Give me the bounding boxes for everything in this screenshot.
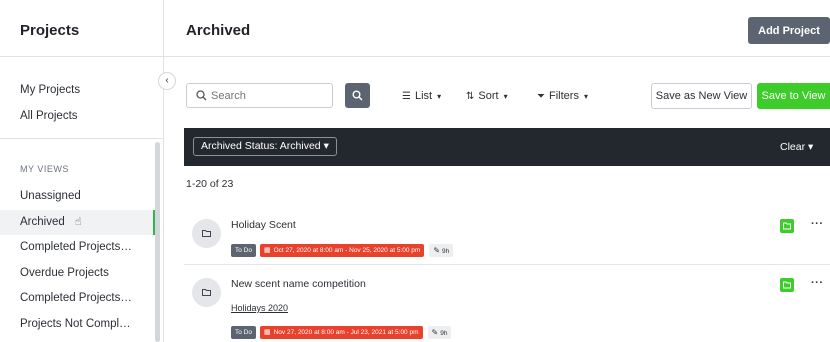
hand-cursor-icon: ☝ bbox=[74, 215, 82, 228]
clear-label: Clear bbox=[780, 141, 806, 153]
filters-label: Filters bbox=[549, 90, 579, 102]
magnifier-icon bbox=[352, 90, 363, 101]
sort-dropdown[interactable]: ⇅ Sort ▾ bbox=[466, 90, 508, 102]
project-row[interactable]: Holiday Scent To Do ▦ Oct 27, 2020 at 8:00… bbox=[184, 205, 830, 265]
project-row[interactable]: New scent name competition Holidays 2020… bbox=[184, 266, 830, 342]
status-badge: To Do bbox=[231, 326, 256, 340]
sidebar-section-label: MY VIEWS bbox=[20, 164, 69, 174]
page-title: Archived bbox=[186, 22, 251, 39]
add-project-button[interactable]: Add Project bbox=[748, 17, 830, 44]
filter-pill-label: Archived Status: Archived bbox=[201, 140, 321, 152]
date-range-text: Nov 27, 2020 at 8:00 am - Jul 23, 2021 a… bbox=[273, 329, 419, 337]
calendar-icon: ▦ bbox=[263, 247, 271, 255]
sidebar-item-completed-projects-2[interactable]: Completed Projects - Ar... bbox=[0, 286, 155, 312]
active-filter-bar: Archived Status: Archived ▾ Clear ▾ bbox=[184, 128, 830, 166]
folder-icon bbox=[202, 230, 211, 237]
sidebar-divider bbox=[0, 138, 163, 139]
calendar-icon: ▦ bbox=[263, 329, 271, 337]
sidebar-item-all-projects[interactable]: All Projects bbox=[0, 103, 163, 129]
hours-text: 9h bbox=[440, 330, 448, 338]
date-range-text: Oct 27, 2020 at 8:00 am - Nov 25, 2020 a… bbox=[273, 247, 421, 255]
top-bar: Archived Add Project bbox=[164, 0, 830, 57]
collapse-sidebar-button[interactable]: ‹ bbox=[158, 72, 176, 90]
sidebar-item-overdue-projects[interactable]: Overdue Projects bbox=[0, 261, 155, 287]
sidebar-item-unassigned[interactable]: Unassigned bbox=[0, 184, 155, 210]
archived-status-filter-pill[interactable]: Archived Status: Archived ▾ bbox=[193, 137, 337, 156]
save-as-new-view-button[interactable]: Save as New View bbox=[651, 83, 752, 109]
filters-dropdown[interactable]: ⏷ Filters ▾ bbox=[537, 90, 588, 102]
date-range-badge: ▦ Nov 27, 2020 at 8:00 am - Jul 23, 2021 … bbox=[259, 326, 423, 340]
hours-badge: ✎ 9h bbox=[429, 244, 454, 258]
sidebar-title: Projects bbox=[0, 0, 163, 57]
save-to-view-button[interactable]: Save to View bbox=[757, 83, 830, 109]
chevron-down-icon: ▾ bbox=[503, 92, 508, 101]
chevron-left-icon: ‹ bbox=[165, 75, 169, 86]
project-badges: To Do ▦ Nov 27, 2020 at 8:00 am - Jul 23, … bbox=[231, 324, 452, 340]
project-badges: To Do ▦ Oct 27, 2020 at 8:00 am - Nov 25, … bbox=[231, 242, 454, 258]
chevron-down-icon: ▾ bbox=[808, 141, 814, 153]
folder-icon bbox=[202, 289, 211, 296]
list-label: List bbox=[414, 90, 433, 102]
sidebar-item-label: Archived bbox=[20, 215, 65, 228]
sidebar: Projects My Projects All Projects MY VIE… bbox=[0, 0, 164, 342]
more-options-icon[interactable]: ··· bbox=[811, 277, 824, 289]
folder-icon bbox=[783, 281, 791, 289]
project-avatar bbox=[192, 219, 221, 248]
more-options-icon[interactable]: ··· bbox=[811, 218, 824, 230]
chevron-down-icon: ▾ bbox=[323, 140, 329, 152]
open-project-button[interactable] bbox=[780, 278, 794, 292]
filter-icon: ⏷ bbox=[537, 91, 545, 102]
search-icon bbox=[196, 90, 207, 101]
project-avatar bbox=[192, 278, 221, 307]
sidebar-item-completed-projects-1[interactable]: Completed Projects - Ar... bbox=[0, 235, 155, 261]
chevron-down-icon: ▾ bbox=[437, 92, 442, 101]
sort-label: Sort bbox=[478, 90, 499, 102]
status-badge: To Do bbox=[231, 244, 256, 258]
pencil-icon: ✎ bbox=[431, 328, 439, 338]
project-name[interactable]: Holiday Scent bbox=[231, 219, 296, 231]
search-button[interactable] bbox=[345, 83, 370, 108]
results-count: 1-20 of 23 bbox=[186, 178, 234, 190]
search-box bbox=[186, 83, 333, 108]
sidebar-item-archived[interactable]: Archived ☝ bbox=[0, 209, 155, 235]
hours-badge: ✎ 9h bbox=[427, 326, 452, 340]
date-range-badge: ▦ Oct 27, 2020 at 8:00 am - Nov 25, 2020 … bbox=[259, 244, 425, 258]
sidebar-item-projects-not-completed[interactable]: Projects Not Completed bbox=[0, 312, 155, 338]
main-content: Archived Add Project ☰List ▾ ⇅Sort ▾ ⏷ Filt… bbox=[164, 0, 830, 342]
sidebar-item-my-projects[interactable]: My Projects bbox=[0, 77, 163, 103]
chevron-down-icon: ▾ bbox=[583, 92, 588, 101]
open-project-button[interactable] bbox=[780, 219, 794, 233]
folder-icon bbox=[783, 222, 791, 230]
sidebar-scrollbar[interactable] bbox=[155, 142, 160, 342]
sidebar-views-list: Unassigned Archived ☝ Completed Projects … bbox=[0, 184, 155, 337]
project-name[interactable]: New scent name competition bbox=[231, 278, 366, 290]
list-view-dropdown[interactable]: ☰ List ▾ bbox=[402, 90, 441, 102]
pencil-icon: ✎ bbox=[433, 246, 441, 256]
hours-text: 9h bbox=[442, 248, 450, 256]
sidebar-top-nav: My Projects All Projects bbox=[0, 57, 163, 129]
search-input[interactable] bbox=[211, 87, 329, 104]
clear-filters-button[interactable]: Clear ▾ bbox=[780, 141, 813, 153]
project-group-link[interactable]: Holidays 2020 bbox=[231, 303, 288, 313]
sort-icon: ⇅ bbox=[466, 91, 475, 102]
list-icon: ☰ bbox=[402, 91, 411, 102]
